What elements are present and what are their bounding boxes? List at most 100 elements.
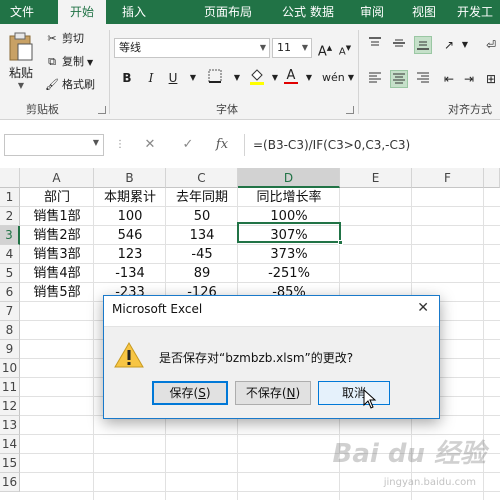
font-color-button[interactable]: A (282, 66, 300, 88)
cell-c3[interactable]: 134 (166, 226, 238, 245)
cell-b1[interactable]: 本期累计 (94, 188, 166, 207)
align-top-button[interactable] (366, 36, 384, 54)
dont-save-button[interactable]: 不保存(N) (235, 381, 311, 405)
grow-font-button[interactable]: A▲ (316, 39, 334, 60)
decrease-indent-button[interactable]: ⇤ (440, 70, 458, 88)
column-header-g[interactable] (484, 168, 500, 188)
row-header[interactable]: 3 (0, 226, 20, 245)
cell-b5[interactable]: -134 (94, 264, 166, 283)
column-header-e[interactable]: E (340, 168, 412, 188)
paste-button[interactable]: 粘贴 ▼ (4, 30, 38, 96)
cell-c5[interactable]: 89 (166, 264, 238, 283)
row-header[interactable]: 9 (0, 340, 20, 359)
dialog-title: Microsoft Excel (112, 302, 203, 316)
wrap-text-button[interactable]: ⏎ (482, 36, 500, 54)
tab-developer[interactable]: 开发工 (450, 0, 500, 24)
cancel-entry-button[interactable]: ✕ (140, 136, 160, 154)
scissors-icon: ✂ (47, 32, 57, 45)
column-header-b[interactable]: B (94, 168, 166, 188)
cell-b2[interactable]: 100 (94, 207, 166, 226)
chevron-down-icon[interactable]: ▼ (456, 36, 474, 54)
row-header[interactable]: 14 (0, 435, 20, 454)
cell-d4[interactable]: 373% (238, 245, 340, 264)
cell-a1[interactable]: 部门 (20, 188, 94, 207)
row-header[interactable]: 7 (0, 302, 20, 321)
tab-page-layout[interactable]: 页面布局 (196, 0, 260, 24)
font-name-combo[interactable]: 等线 ▼ (114, 38, 270, 58)
cell-a3[interactable]: 销售2部 (20, 226, 94, 245)
format-painter-button[interactable]: 🖌 格式刷 (44, 76, 95, 94)
align-middle-icon (393, 39, 405, 47)
row-header[interactable]: 6 (0, 283, 20, 302)
cell-d5[interactable]: -251% (238, 264, 340, 283)
row-header[interactable]: 1 (0, 188, 20, 207)
chevron-down-icon[interactable]: ▼ (228, 69, 246, 87)
cell-c4[interactable]: -45 (166, 245, 238, 264)
row-header[interactable]: 13 (0, 416, 20, 435)
row-header[interactable]: 15 (0, 454, 20, 473)
cell-b3[interactable]: 546 (94, 226, 166, 245)
save-changes-dialog: Microsoft Excel ✕ 是否保存对“bzmbzb.xlsm”的更改?… (103, 295, 440, 419)
row-header[interactable]: 2 (0, 207, 20, 226)
font-launcher-icon[interactable] (346, 106, 354, 114)
bold-button[interactable]: B (118, 69, 136, 87)
active-cell-border (237, 222, 341, 243)
select-all-corner[interactable] (0, 168, 20, 188)
cell-c2[interactable]: 50 (166, 207, 238, 226)
align-bottom-button[interactable] (414, 36, 432, 54)
cell-a2[interactable]: 销售1部 (20, 207, 94, 226)
row-header[interactable]: 8 (0, 321, 20, 340)
shrink-font-button[interactable]: A▼ (336, 39, 354, 57)
column-header-c[interactable]: C (166, 168, 238, 188)
cut-label: 剪切 (62, 32, 84, 45)
cell-a6[interactable]: 销售5部 (20, 283, 94, 302)
align-left-button[interactable] (366, 70, 384, 88)
column-header-d[interactable]: D (238, 168, 340, 188)
fill-color-button[interactable] (248, 67, 266, 89)
column-header-f[interactable]: F (412, 168, 484, 188)
confirm-entry-button[interactable]: ✓ (178, 136, 198, 154)
merge-center-button[interactable]: ⊞ (482, 70, 500, 88)
chevron-down-icon[interactable]: ▼ (300, 69, 318, 87)
increase-indent-button[interactable]: ⇥ (460, 70, 478, 88)
row-header[interactable]: 4 (0, 245, 20, 264)
row-header[interactable]: 16 (0, 473, 20, 492)
tab-insert[interactable]: 插入 (112, 0, 156, 24)
font-size-combo[interactable]: 11 ▼ (272, 38, 312, 58)
cell-d1[interactable]: 同比增长率 (238, 188, 340, 207)
cancel-button[interactable]: 取消 (318, 381, 390, 405)
underline-button[interactable]: U (164, 69, 182, 87)
tab-view[interactable]: 视图 (402, 0, 446, 24)
dialog-close-button[interactable]: ✕ (417, 300, 429, 316)
align-right-button[interactable] (414, 70, 432, 88)
excel-window: 文件 开始 插入 页面布局 公式 数据 审阅 视图 开发工 粘贴 ▼ ✂ 剪切 ⧉… (0, 0, 500, 500)
cell-a4[interactable]: 销售3部 (20, 245, 94, 264)
column-header-a[interactable]: A (20, 168, 94, 188)
italic-button[interactable]: I (142, 69, 160, 87)
cell-c1[interactable]: 去年同期 (166, 188, 238, 207)
tab-file[interactable]: 文件 (0, 0, 44, 24)
formula-input[interactable]: =(B3-C3)/IF(C3>0,C3,-C3) (244, 134, 500, 156)
tab-data[interactable]: 数据 (300, 0, 344, 24)
save-button[interactable]: 保存(S) (152, 381, 228, 405)
fill-handle[interactable] (338, 240, 343, 245)
row-header[interactable]: 5 (0, 264, 20, 283)
row-header[interactable]: 10 (0, 359, 20, 378)
align-center-button[interactable] (390, 70, 408, 88)
copy-button[interactable]: ⧉ 复制 ▼ (44, 53, 93, 71)
cell-b4[interactable]: 123 (94, 245, 166, 264)
align-middle-button[interactable] (390, 36, 408, 54)
borders-button[interactable] (206, 69, 224, 87)
tab-review[interactable]: 审阅 (350, 0, 394, 24)
cell-a5[interactable]: 销售4部 (20, 264, 94, 283)
row-header[interactable]: 12 (0, 397, 20, 416)
tab-home[interactable]: 开始 (58, 0, 106, 25)
name-box[interactable]: ▼ (4, 134, 104, 156)
chevron-down-icon[interactable]: ▼ (184, 69, 202, 87)
phonetic-button[interactable]: wén (322, 69, 345, 87)
grow-font-icon: A (317, 44, 327, 60)
cut-button[interactable]: ✂ 剪切 (44, 30, 84, 48)
row-header[interactable]: 11 (0, 378, 20, 397)
clipboard-launcher-icon[interactable] (98, 106, 106, 114)
insert-function-button[interactable]: fx (212, 136, 232, 154)
